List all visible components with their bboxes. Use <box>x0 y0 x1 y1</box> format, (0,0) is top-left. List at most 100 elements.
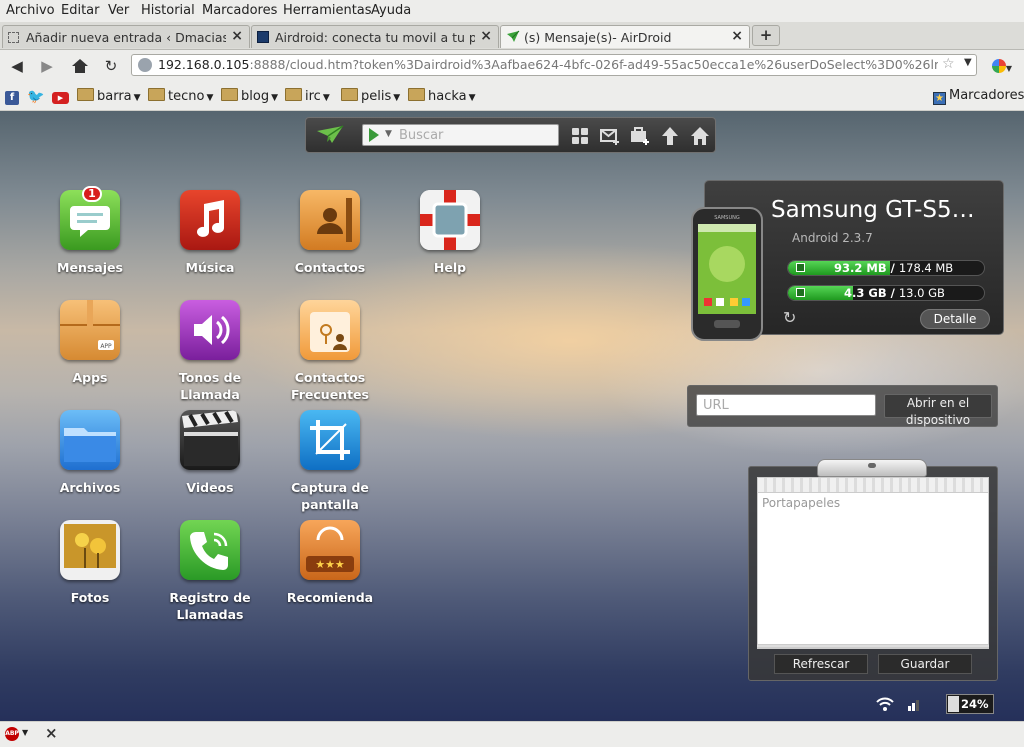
facebook-icon[interactable]: f <box>5 91 19 105</box>
tab-title: Añadir nueva entrada ‹ Dmaciasblo… <box>26 30 226 45</box>
address-bar[interactable]: 192.168.0.105:8888/cloud.htm?token%3Dair… <box>131 54 977 76</box>
tab-airdroid-mensajes[interactable]: (s) Mensaje(s)- AirDroid × <box>500 25 750 48</box>
refresh-clipboard-button[interactable]: Refrescar <box>774 654 868 674</box>
airdroid-favicon-icon <box>507 30 520 42</box>
device-name: Samsung GT-S5… <box>771 197 975 223</box>
menu-archivo[interactable]: Archivo <box>6 3 55 18</box>
add-app-icon[interactable] <box>630 126 650 146</box>
home-button[interactable] <box>69 55 91 77</box>
photo-icon <box>60 520 120 580</box>
bookmark-folder-tecno[interactable]: tecno ▼ <box>148 88 213 106</box>
app-registro-de-llamadas[interactable]: Registro de Llamadas <box>160 520 260 623</box>
google-play-icon[interactable] <box>369 128 379 142</box>
app-musica[interactable]: Música <box>160 190 260 276</box>
menu-herramientas[interactable]: Herramientas <box>283 3 372 18</box>
history-dropdown-icon[interactable]: ▼ <box>964 57 972 68</box>
menu-ver[interactable]: Ver <box>108 3 129 18</box>
clipboard-textarea[interactable] <box>762 496 982 636</box>
speaker-icon <box>180 300 240 360</box>
folder-icon <box>221 88 238 101</box>
grid-icon[interactable] <box>570 126 590 146</box>
bookmark-folder-barra[interactable]: barra ▼ <box>77 88 141 106</box>
reload-button[interactable]: ↻ <box>100 55 122 77</box>
app-contactos[interactable]: Contactos <box>280 190 380 276</box>
chevron-down-icon[interactable]: ▼ <box>22 728 28 737</box>
open-on-device-button[interactable]: Abrir en el dispositivo <box>884 394 992 427</box>
app-label: Mensajes <box>57 260 123 275</box>
menu-marcadores[interactable]: Marcadores <box>202 3 277 18</box>
airdroid-logo-icon[interactable] <box>316 125 344 145</box>
menu-editar[interactable]: Editar <box>61 3 100 18</box>
google-icon <box>991 59 1006 73</box>
app-recomienda[interactable]: ★★★ Recomienda <box>280 520 380 606</box>
search-input[interactable] <box>399 127 549 143</box>
folder-label: hacka <box>428 89 467 104</box>
sd-card-icon <box>796 288 805 297</box>
close-icon[interactable]: × <box>45 724 58 742</box>
close-tab-icon[interactable]: × <box>731 28 743 44</box>
storage-used: 93.2 MB <box>834 261 887 275</box>
svg-text:★★★: ★★★ <box>315 558 345 571</box>
search-box[interactable]: ▼ <box>362 124 559 146</box>
new-message-icon[interactable] <box>600 126 620 146</box>
home-icon[interactable] <box>690 126 710 146</box>
app-label: Help <box>433 260 467 275</box>
tab-title: (s) Mensaje(s)- AirDroid <box>524 30 672 45</box>
battery-fill <box>948 696 960 712</box>
app-tonos-de-llamada[interactable]: Tonos de Llamada <box>160 300 260 403</box>
app-archivos[interactable]: Archivos <box>40 410 140 496</box>
refresh-icon[interactable]: ↻ <box>783 308 796 327</box>
airdroid-toolbar: ▼ <box>305 117 716 153</box>
app-fotos[interactable]: Fotos <box>40 520 140 606</box>
bookmark-folder-pelis[interactable]: pelis ▼ <box>341 88 400 106</box>
folder-icon <box>341 88 358 101</box>
app-mensajes[interactable]: 1 Mensajes <box>40 186 140 276</box>
folder-icon <box>285 88 302 101</box>
close-tab-icon[interactable]: × <box>231 28 243 44</box>
clipboard-panel: Refrescar Guardar <box>748 459 998 681</box>
bookmark-folder-hacka[interactable]: hacka ▼ <box>408 88 476 106</box>
battery-level: 24% <box>961 697 989 711</box>
chevron-down-icon: ▼ <box>271 93 278 103</box>
new-tab-button[interactable]: + <box>752 25 780 46</box>
tab-airdroid-conecta[interactable]: Airdroid: conecta tu movil a tu pc × <box>251 25 499 48</box>
url-input[interactable] <box>696 394 876 416</box>
menu-historial[interactable]: Historial <box>141 3 195 18</box>
chevron-down-icon[interactable]: ▼ <box>385 129 392 139</box>
bookmarks-star-icon: ★ <box>933 92 946 105</box>
detail-button[interactable]: Detalle <box>920 309 990 329</box>
open-url-panel: Abrir en el dispositivo <box>687 385 998 427</box>
close-tab-icon[interactable]: × <box>480 28 492 44</box>
app-contactos-frecuentes[interactable]: Contactos Frecuentes <box>280 300 380 403</box>
arrow-right-icon: ▶ <box>41 57 53 75</box>
back-button[interactable]: ◀ <box>6 55 28 77</box>
app-help[interactable]: Help <box>400 190 500 276</box>
twitter-icon[interactable]: 🐦 <box>27 90 44 104</box>
chevron-down-icon: ▼ <box>206 93 214 103</box>
app-label: Fotos <box>70 590 110 605</box>
contacts-book-icon <box>300 190 360 250</box>
app-label: Tonos de Llamada <box>178 370 242 402</box>
bookmark-star-icon[interactable]: ☆ <box>942 56 955 72</box>
tab-anadir-entrada[interactable]: Añadir nueva entrada ‹ Dmaciasblo… × <box>2 25 250 48</box>
phone-storage-icon <box>796 263 805 272</box>
address-path: :8888/cloud.htm?token%3Dairdroid%3Aafbae… <box>249 57 938 72</box>
save-clipboard-button[interactable]: Guardar <box>878 654 972 674</box>
storage-used: 4.3 GB <box>844 286 887 300</box>
bookmark-folder-irc[interactable]: irc ▼ <box>285 88 330 106</box>
app-captura-de-pantalla[interactable]: Captura de pantalla <box>280 410 380 513</box>
bookmarks-menu-button[interactable]: ★ Marcadores <box>933 88 1024 106</box>
app-videos[interactable]: Videos <box>160 410 260 496</box>
address-text[interactable]: 192.168.0.105:8888/cloud.htm?token%3Dair… <box>158 57 938 72</box>
youtube-icon[interactable]: ▶ <box>52 92 69 104</box>
storage-text: 93.2 MB / 178.4 MB <box>834 261 954 275</box>
forward-button[interactable]: ▶ <box>36 55 58 77</box>
menu-ayuda[interactable]: Ayuda <box>371 3 411 18</box>
bookmark-folder-blog[interactable]: blog ▼ <box>221 88 278 106</box>
tab-title: Airdroid: conecta tu movil a tu pc <box>275 30 475 45</box>
tab-bar: Añadir nueva entrada ‹ Dmaciasblo… × Air… <box>0 22 1024 50</box>
adblock-icon[interactable]: ABP <box>5 727 19 741</box>
upload-arrow-icon[interactable] <box>660 126 680 146</box>
search-engine-button[interactable]: ▼ <box>984 55 1020 77</box>
app-apps[interactable]: APP Apps <box>40 300 140 386</box>
